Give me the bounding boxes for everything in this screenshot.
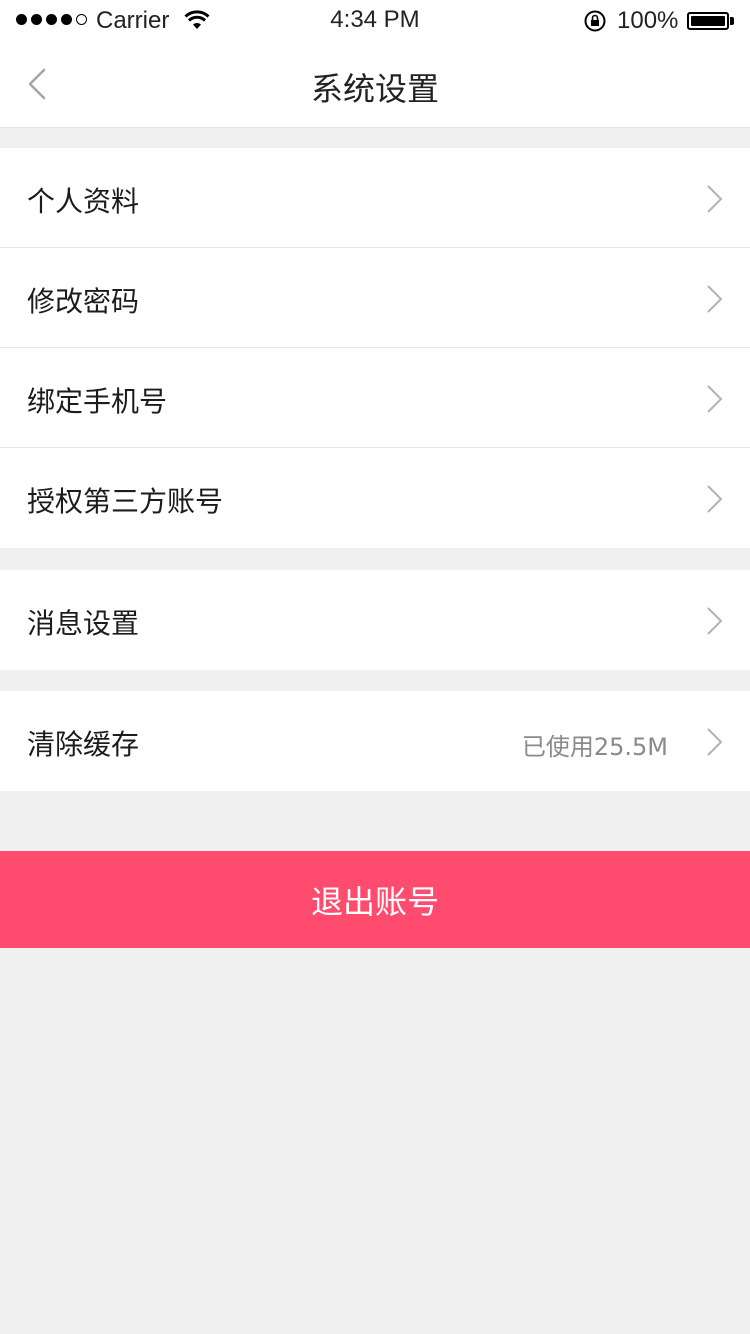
settings-group-account: 个人资料 修改密码 绑定手机号 授权第三方账号 xyxy=(0,148,750,548)
settings-group-storage: 清除缓存 已使用25.5M xyxy=(0,691,750,791)
chevron-right-icon xyxy=(707,285,723,313)
settings-item-change-password[interactable]: 修改密码 xyxy=(0,248,750,348)
settings-item-clear-cache[interactable]: 清除缓存 已使用25.5M xyxy=(0,691,750,791)
battery-tip xyxy=(730,17,734,25)
navigation-bar: 系统设置 xyxy=(0,40,750,128)
logout-button[interactable]: 退出账号 xyxy=(0,851,750,948)
settings-item-profile[interactable]: 个人资料 xyxy=(0,148,750,248)
chevron-right-icon xyxy=(707,485,723,513)
cache-size-value: 已使用25.5M xyxy=(521,733,668,761)
chevron-right-icon xyxy=(707,185,723,213)
settings-item-label: 清除缓存 xyxy=(27,728,140,761)
settings-item-third-party-accounts[interactable]: 授权第三方账号 xyxy=(0,448,750,548)
chevron-right-icon xyxy=(707,607,723,635)
settings-item-label: 绑定手机号 xyxy=(27,385,168,418)
settings-item-message-settings[interactable]: 消息设置 xyxy=(0,570,750,670)
battery-percent: 100% xyxy=(617,7,679,34)
battery-icon xyxy=(687,12,729,30)
chevron-right-icon xyxy=(707,728,723,756)
status-bar: Carrier 4:34 PM 100% xyxy=(0,0,750,40)
settings-item-label: 授权第三方账号 xyxy=(27,485,224,518)
page-title: 系统设置 xyxy=(310,70,439,108)
chevron-right-icon xyxy=(707,385,723,413)
rotation-lock-icon xyxy=(584,10,606,32)
settings-item-bind-phone[interactable]: 绑定手机号 xyxy=(0,348,750,448)
settings-item-label: 修改密码 xyxy=(27,285,140,318)
settings-item-label: 消息设置 xyxy=(27,607,140,640)
settings-group-messages: 消息设置 xyxy=(0,570,750,670)
settings-item-label: 个人资料 xyxy=(27,185,140,218)
